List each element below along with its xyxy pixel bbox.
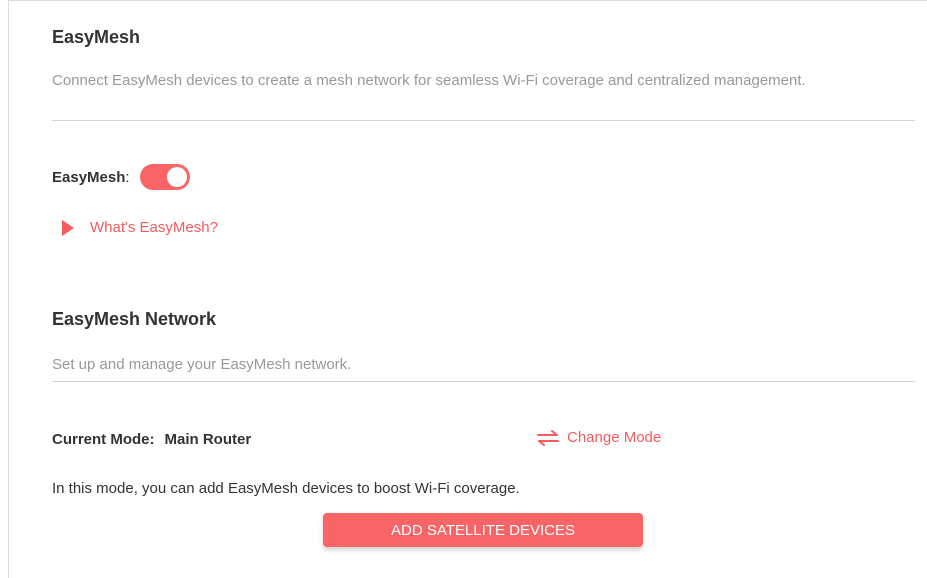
current-mode-value: Main Router — [164, 431, 252, 448]
divider — [52, 120, 915, 121]
easymesh-toggle[interactable] — [139, 164, 190, 190]
easymesh-toggle-colon: : — [125, 168, 130, 186]
change-mode-text: Change Mode — [567, 429, 662, 446]
change-mode-link[interactable]: Change Mode — [537, 429, 661, 446]
toggle-knob — [166, 167, 187, 187]
current-mode: Current Mode: Main Router — [52, 431, 251, 448]
add-satellite-devices-button[interactable]: ADD SATELLITE DEVICES — [323, 513, 643, 547]
easymesh-title: EasyMesh — [52, 27, 141, 47]
easymesh-network-title: EasyMesh Network — [52, 309, 217, 329]
easymesh-network-description: Set up and manage your EasyMesh network. — [52, 356, 352, 373]
easymesh-toggle-label: EasyMesh — [52, 168, 126, 186]
mode-info-text: In this mode, you can add EasyMesh devic… — [52, 480, 520, 497]
divider — [52, 381, 915, 382]
whats-easymesh-link[interactable]: What's EasyMesh? — [62, 219, 218, 236]
easymesh-toggle-row: EasyMesh : — [52, 164, 190, 190]
triangle-right-icon — [62, 219, 74, 236]
current-mode-label: Current Mode: — [52, 431, 155, 448]
swap-arrows-icon — [537, 429, 559, 446]
whats-easymesh-text: What's EasyMesh? — [90, 219, 218, 236]
easymesh-description: Connect EasyMesh devices to create a mes… — [52, 72, 806, 89]
